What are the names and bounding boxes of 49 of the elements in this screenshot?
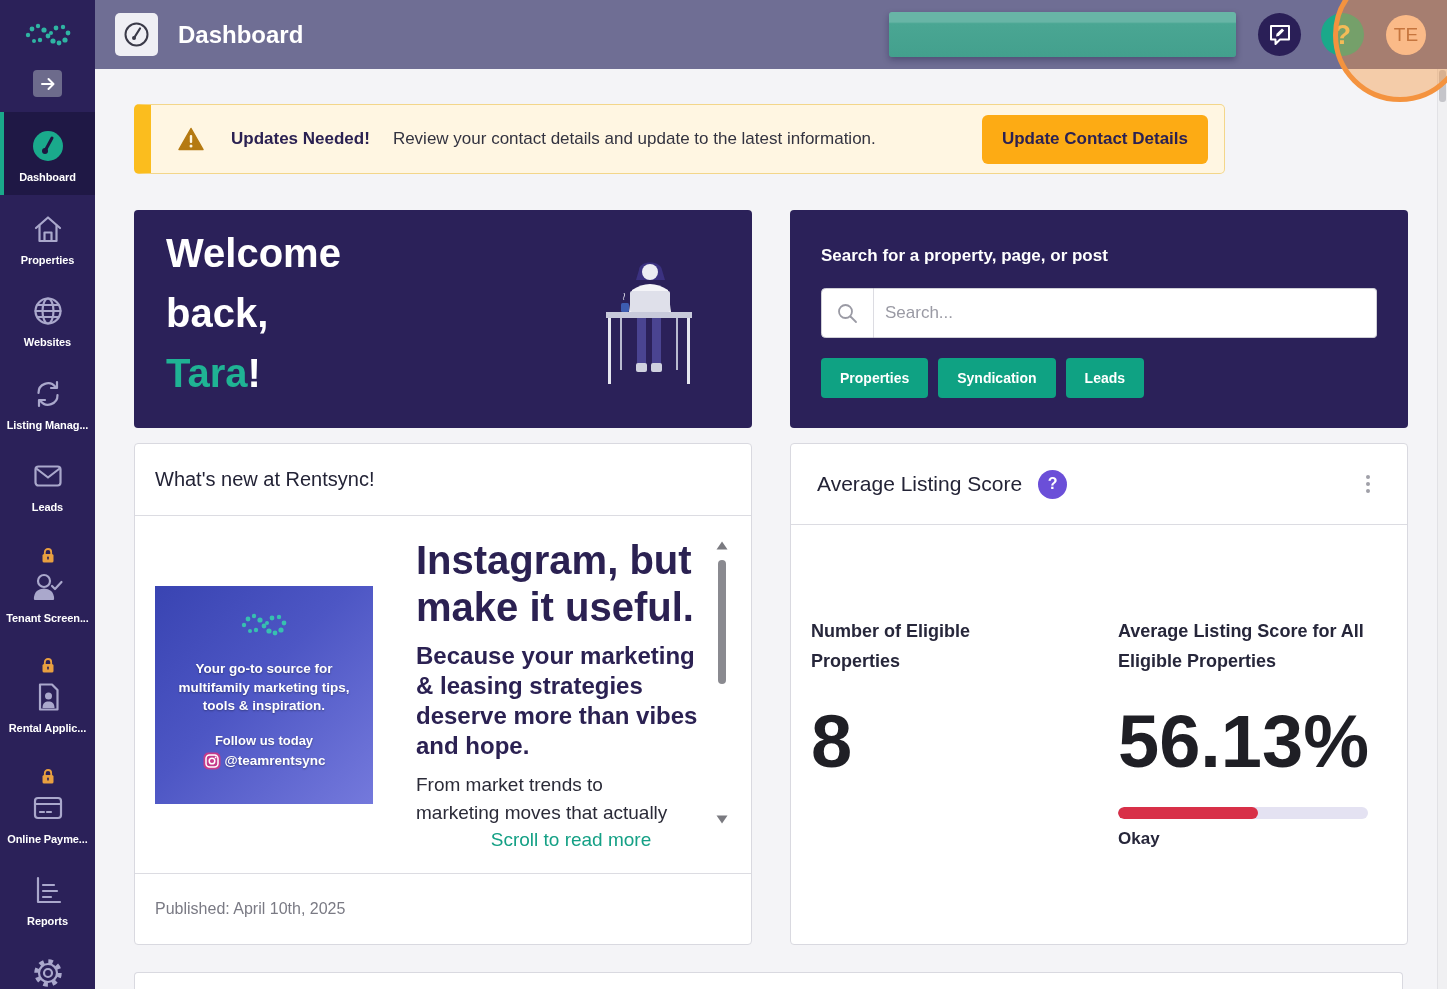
- globe-icon: [31, 295, 64, 327]
- gauge-icon: [115, 13, 158, 56]
- scroll-up-icon[interactable]: [716, 541, 728, 550]
- article-subheadline: Because your marketing & leasing strategies deserve more than vibes and hope.: [416, 641, 699, 761]
- card-title: What's new at Rentsync!: [155, 468, 375, 491]
- scroll-down-icon[interactable]: [716, 815, 728, 824]
- sidebar-item[interactable]: Leads: [0, 442, 95, 525]
- promo-handle: @teamrentsync: [224, 753, 326, 768]
- search-label: Search for a property, page, or post: [821, 246, 1109, 266]
- article-text: From market trends to marketing moves that actually: [416, 773, 669, 825]
- settings-icon: [31, 956, 64, 989]
- welcome-heading: Welcome back, Tara!: [166, 230, 342, 397]
- dotted-logo-icon: [241, 612, 287, 638]
- arrow-right-icon: [39, 75, 56, 92]
- page-scrollbar-thumb[interactable]: [1439, 70, 1446, 102]
- sidebar-item[interactable]: Websites: [0, 277, 95, 360]
- sidebar-item[interactable]: Reports: [0, 856, 95, 939]
- page-title: Dashboard: [178, 20, 304, 49]
- stat-value: 56.13%: [1118, 702, 1370, 782]
- warning-icon: [178, 127, 204, 151]
- update-contact-button[interactable]: Update Contact Details: [981, 114, 1208, 164]
- speech-bubble-pencil-icon: [1268, 23, 1291, 46]
- sidebar-item[interactable]: Rental Applic...: [0, 635, 95, 746]
- card-title: Average Listing Score: [817, 472, 1023, 496]
- search-icon[interactable]: [821, 288, 873, 338]
- stat-label: Number of Eligible Properties: [811, 620, 971, 673]
- promo-cta: Follow us today: [214, 731, 314, 749]
- score-rating: Okay: [1118, 829, 1161, 849]
- sidebar-item[interactable]: Properties: [0, 194, 95, 277]
- sidebar-item[interactable]: Dashboard: [0, 112, 95, 195]
- sidebar-item[interactable]: Tenant Screen...: [0, 524, 95, 635]
- article-headline: Instagram, but make it useful.: [416, 537, 695, 631]
- gauge-icon: [31, 130, 64, 162]
- feedback-button[interactable]: [1258, 13, 1301, 56]
- help-button[interactable]: ?: [1038, 469, 1068, 499]
- expand-button[interactable]: [33, 70, 62, 97]
- promo-text: Your go-to source for multifamily marketing tips, tools & inspiration.: [177, 660, 351, 715]
- stat-label: Average Listing Score for All Eligible Properties: [1118, 620, 1365, 673]
- sidebar-item[interactable]: Listing Manag...: [0, 359, 95, 442]
- alert-message: Review your contact details and update to the latest information.: [392, 129, 876, 149]
- dotted-logo-icon: [24, 22, 71, 48]
- alert-title: Updates Needed!: [231, 129, 370, 149]
- instagram-icon: [202, 751, 221, 770]
- stat-value: 8: [811, 702, 854, 782]
- published-date: Published: April 10th, 2025: [155, 900, 346, 918]
- sidebar-item[interactable]: Online Payme...: [0, 745, 95, 856]
- kebab-menu-icon[interactable]: [1365, 474, 1371, 494]
- scroll-hint: Scroll to read more: [489, 828, 653, 852]
- scrollbar-thumb[interactable]: [718, 560, 726, 684]
